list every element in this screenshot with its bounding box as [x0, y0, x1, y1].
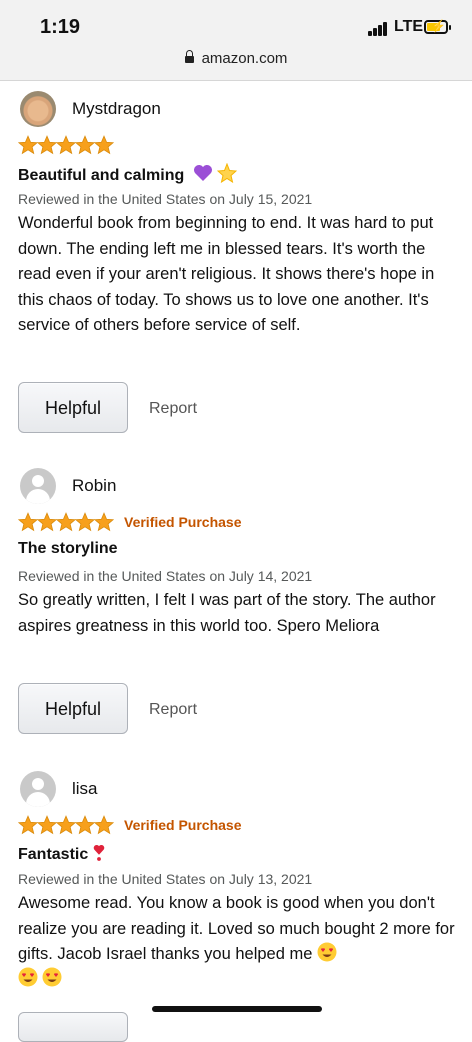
status-time: 1:19	[40, 16, 81, 38]
star-icon	[56, 815, 76, 835]
review-title[interactable]: Fantastic	[18, 843, 105, 864]
avatar	[20, 771, 56, 807]
review-body: So greatly written, I felt I was part of…	[18, 591, 436, 635]
avatar	[20, 468, 56, 504]
star-rating	[18, 135, 114, 155]
reviewer-name: Robin	[72, 476, 117, 495]
review-title[interactable]: Beautiful and calming	[18, 163, 238, 185]
review-date: Reviewed in the United States on July 15…	[18, 191, 313, 207]
star-icon	[56, 135, 76, 155]
review-body: Awesome read. You know a book is good wh…	[18, 891, 458, 968]
review-date: Reviewed in the United States on July 13…	[18, 871, 313, 887]
star-icon	[18, 512, 38, 532]
star-icon	[94, 512, 114, 532]
verified-purchase-badge: Verified Purchase	[124, 514, 242, 530]
purple-heart-icon	[193, 165, 212, 181]
home-indicator[interactable]	[152, 1006, 322, 1012]
review-date: Reviewed in the United States on July 14…	[18, 568, 313, 584]
body-emoji-group	[317, 942, 337, 963]
star-icon	[75, 815, 95, 835]
address-bar[interactable]: amazon.com	[0, 50, 472, 67]
star-icon	[18, 135, 38, 155]
star-icon	[94, 815, 114, 835]
star-icon	[75, 512, 95, 532]
star-rating	[18, 815, 114, 835]
star-icon	[37, 512, 57, 532]
star-icon	[18, 815, 38, 835]
star-icon	[37, 815, 57, 835]
signal-icon	[368, 22, 390, 36]
url-text: amazon.com	[201, 50, 288, 67]
body-emoji-row	[18, 967, 62, 989]
battery-icon: ⚡	[424, 19, 451, 34]
reviewer-name: Mystdragon	[72, 99, 161, 118]
review-title[interactable]: The storyline	[18, 540, 118, 558]
star-icon	[94, 135, 114, 155]
helpful-button-partial[interactable]	[18, 1012, 128, 1042]
star-icon	[56, 512, 76, 532]
verified-purchase-badge: Verified Purchase	[124, 817, 242, 833]
browser-header: 1:19 LTE ⚡ amazon.com	[0, 0, 472, 81]
review-body: Wonderful book from beginning to end. It…	[18, 214, 435, 334]
review-title-text: Fantastic	[18, 846, 89, 863]
helpful-button[interactable]: Helpful	[18, 382, 128, 433]
report-link[interactable]: Report	[149, 701, 197, 719]
lock-icon	[184, 50, 194, 63]
heart-eyes-face-icon	[42, 967, 62, 987]
report-link[interactable]: Report	[149, 400, 197, 418]
reviewer-name: lisa	[72, 779, 98, 798]
star-icon	[75, 135, 95, 155]
helpful-button[interactable]: Helpful	[18, 683, 128, 734]
star-rating	[18, 512, 114, 532]
review-body-text: Awesome read. You know a book is good wh…	[18, 894, 455, 963]
network-label: LTE	[394, 18, 424, 35]
heart-eyes-face-icon	[317, 942, 337, 962]
glowing-star-icon	[217, 163, 238, 183]
heart-exclamation-icon	[93, 844, 104, 861]
avatar	[20, 91, 56, 127]
review-title-text: Beautiful and calming	[18, 167, 185, 184]
star-icon	[37, 135, 57, 155]
heart-eyes-face-icon	[18, 967, 38, 987]
